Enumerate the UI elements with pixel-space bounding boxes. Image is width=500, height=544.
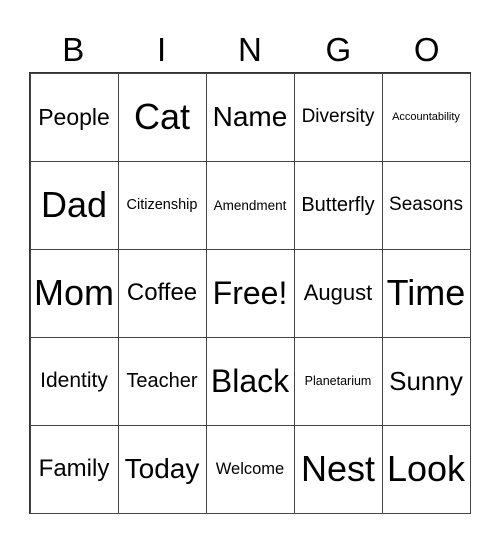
- bingo-cell: Coffee: [117, 248, 207, 338]
- bingo-cell: Family: [29, 424, 119, 514]
- bingo-cell: Time: [381, 248, 471, 338]
- bingo-cell: People: [29, 72, 119, 162]
- bingo-cell: Citizenship: [117, 160, 207, 250]
- bingo-cell: Black: [205, 336, 295, 426]
- bingo-cell: Amendment: [205, 160, 295, 250]
- bingo-cell: Name: [205, 72, 295, 162]
- header-letter-b: B: [62, 31, 85, 68]
- bingo-cell: Mom: [29, 248, 119, 338]
- bingo-cell: Identity: [29, 336, 119, 426]
- bingo-header: B I N G O: [29, 28, 471, 72]
- bingo-grid: People Cat Name Diversity Accountability Dad C…: [29, 72, 471, 514]
- bingo-cell: Teacher: [117, 336, 207, 426]
- bingo-cell: Free!: [205, 248, 295, 338]
- bingo-cell: August: [293, 248, 383, 338]
- header-letter-n: N: [238, 31, 262, 68]
- header-letter-o: O: [413, 31, 440, 68]
- bingo-cell: Seasons: [381, 160, 471, 250]
- bingo-cell: Today: [117, 424, 207, 514]
- bingo-cell: Look: [381, 424, 471, 514]
- bingo-cell: Sunny: [381, 336, 471, 426]
- bingo-cell: Planetarium: [293, 336, 383, 426]
- bingo-cell: Accountability: [381, 72, 471, 162]
- header-letter-i: I: [157, 31, 167, 68]
- bingo-cell: Butterfly: [293, 160, 383, 250]
- bingo-cell: Nest: [293, 424, 383, 514]
- bingo-cell: Dad: [29, 160, 119, 250]
- header-letter-g: G: [325, 31, 352, 68]
- bingo-cell: Diversity: [293, 72, 383, 162]
- bingo-cell: Welcome: [205, 424, 295, 514]
- bingo-cell: Cat: [117, 72, 207, 162]
